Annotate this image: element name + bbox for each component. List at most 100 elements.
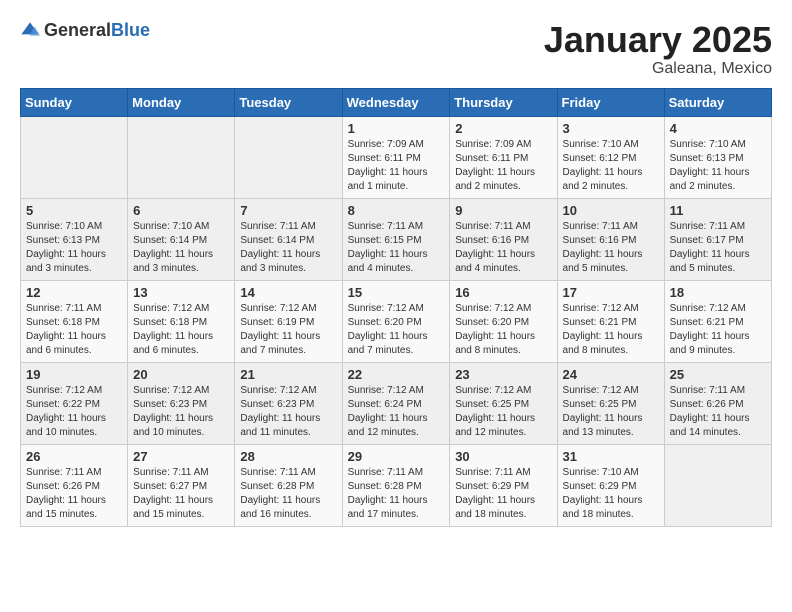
calendar-cell: 14 Sunrise: 7:12 AM Sunset: 6:19 PM Dayli…: [235, 280, 342, 362]
day-number: 8: [348, 203, 445, 218]
day-number: 30: [455, 449, 551, 464]
day-number: 29: [348, 449, 445, 464]
calendar-cell: 28 Sunrise: 7:11 AM Sunset: 6:28 PM Dayli…: [235, 444, 342, 526]
day-number: 14: [240, 285, 336, 300]
day-number: 4: [670, 121, 766, 136]
month-title: January 2025: [544, 20, 772, 60]
day-number: 17: [563, 285, 659, 300]
day-number: 20: [133, 367, 229, 382]
day-info: Sunrise: 7:12 AM Sunset: 6:21 PM Dayligh…: [563, 302, 659, 358]
day-info: Sunrise: 7:10 AM Sunset: 6:13 PM Dayligh…: [26, 220, 122, 276]
weekday-header-sunday: Sunday: [21, 88, 128, 116]
day-info: Sunrise: 7:11 AM Sunset: 6:28 PM Dayligh…: [348, 466, 445, 522]
calendar-cell: 30Sunrise: 7:11 AM Sunset: 6:29 PM Dayli…: [450, 444, 557, 526]
calendar-cell: 3 Sunrise: 7:10 AM Sunset: 6:12 PM Daylig…: [557, 116, 664, 198]
day-number: 3: [563, 121, 659, 136]
day-number: 28: [240, 449, 336, 464]
calendar-cell: 8 Sunrise: 7:11 AM Sunset: 6:15 PM Daylig…: [342, 198, 450, 280]
logo-general: General: [44, 20, 111, 40]
weekday-header-monday: Monday: [128, 88, 235, 116]
calendar-cell: 31 Sunrise: 7:10 AM Sunset: 6:29 PM Dayli…: [557, 444, 664, 526]
calendar-cell: 17 Sunrise: 7:12 AM Sunset: 6:21 PM Dayli…: [557, 280, 664, 362]
day-info: Sunrise: 7:09 AM Sunset: 6:11 PM Dayligh…: [455, 138, 551, 194]
logo: GeneralBlue: [20, 20, 150, 41]
day-info: Sunrise: 7:12 AM Sunset: 6:19 PM Dayligh…: [240, 302, 336, 358]
day-number: 26: [26, 449, 122, 464]
logo-blue: Blue: [111, 20, 150, 40]
logo-icon: [20, 21, 40, 41]
day-number: 22: [348, 367, 445, 382]
day-info: Sunrise: 7:10 AM Sunset: 6:12 PM Dayligh…: [563, 138, 659, 194]
day-info: Sunrise: 7:11 AM Sunset: 6:17 PM Dayligh…: [670, 220, 766, 276]
calendar-cell: 10Sunrise: 7:11 AM Sunset: 6:16 PM Dayli…: [557, 198, 664, 280]
day-number: 15: [348, 285, 445, 300]
calendar-cell: 9Sunrise: 7:11 AM Sunset: 6:16 PM Daylig…: [450, 198, 557, 280]
day-info: Sunrise: 7:11 AM Sunset: 6:26 PM Dayligh…: [670, 384, 766, 440]
day-number: 25: [670, 367, 766, 382]
calendar-cell: 15 Sunrise: 7:12 AM Sunset: 6:20 PM Dayli…: [342, 280, 450, 362]
weekday-header-friday: Friday: [557, 88, 664, 116]
calendar-cell: 13Sunrise: 7:12 AM Sunset: 6:18 PM Dayli…: [128, 280, 235, 362]
day-info: Sunrise: 7:12 AM Sunset: 6:21 PM Dayligh…: [670, 302, 766, 358]
calendar-cell: 6 Sunrise: 7:10 AM Sunset: 6:14 PM Daylig…: [128, 198, 235, 280]
day-info: Sunrise: 7:12 AM Sunset: 6:23 PM Dayligh…: [133, 384, 229, 440]
day-info: Sunrise: 7:12 AM Sunset: 6:22 PM Dayligh…: [26, 384, 122, 440]
day-number: 5: [26, 203, 122, 218]
calendar-cell: 7 Sunrise: 7:11 AM Sunset: 6:14 PM Daylig…: [235, 198, 342, 280]
calendar-cell: 25 Sunrise: 7:11 AM Sunset: 6:26 PM Dayli…: [664, 362, 771, 444]
calendar-cell: 20 Sunrise: 7:12 AM Sunset: 6:23 PM Dayli…: [128, 362, 235, 444]
day-info: Sunrise: 7:10 AM Sunset: 6:13 PM Dayligh…: [670, 138, 766, 194]
day-info: Sunrise: 7:12 AM Sunset: 6:25 PM Dayligh…: [455, 384, 551, 440]
day-info: Sunrise: 7:11 AM Sunset: 6:26 PM Dayligh…: [26, 466, 122, 522]
day-info: Sunrise: 7:12 AM Sunset: 6:20 PM Dayligh…: [455, 302, 551, 358]
calendar-cell: 19Sunrise: 7:12 AM Sunset: 6:22 PM Dayli…: [21, 362, 128, 444]
day-info: Sunrise: 7:10 AM Sunset: 6:29 PM Dayligh…: [563, 466, 659, 522]
calendar-cell: 22 Sunrise: 7:12 AM Sunset: 6:24 PM Dayli…: [342, 362, 450, 444]
day-info: Sunrise: 7:11 AM Sunset: 6:18 PM Dayligh…: [26, 302, 122, 358]
day-info: Sunrise: 7:12 AM Sunset: 6:24 PM Dayligh…: [348, 384, 445, 440]
day-number: 9: [455, 203, 551, 218]
calendar-cell: 1Sunrise: 7:09 AM Sunset: 6:11 PM Daylig…: [342, 116, 450, 198]
calendar-cell: 18Sunrise: 7:12 AM Sunset: 6:21 PM Dayli…: [664, 280, 771, 362]
calendar-cell: 27 Sunrise: 7:11 AM Sunset: 6:27 PM Dayli…: [128, 444, 235, 526]
calendar-cell: 24Sunrise: 7:12 AM Sunset: 6:25 PM Dayli…: [557, 362, 664, 444]
day-number: 27: [133, 449, 229, 464]
calendar-cell: 29 Sunrise: 7:11 AM Sunset: 6:28 PM Dayli…: [342, 444, 450, 526]
calendar-cell: 5 Sunrise: 7:10 AM Sunset: 6:13 PM Daylig…: [21, 198, 128, 280]
day-number: 24: [563, 367, 659, 382]
calendar-table: SundayMondayTuesdayWednesdayThursdayFrid…: [20, 88, 772, 527]
calendar-cell: 12 Sunrise: 7:11 AM Sunset: 6:18 PM Dayli…: [21, 280, 128, 362]
day-info: Sunrise: 7:12 AM Sunset: 6:20 PM Dayligh…: [348, 302, 445, 358]
calendar-cell: 23 Sunrise: 7:12 AM Sunset: 6:25 PM Dayli…: [450, 362, 557, 444]
weekday-header-tuesday: Tuesday: [235, 88, 342, 116]
day-number: 6: [133, 203, 229, 218]
day-number: 7: [240, 203, 336, 218]
title-block: January 2025 Galeana, Mexico: [544, 20, 772, 78]
day-info: Sunrise: 7:10 AM Sunset: 6:14 PM Dayligh…: [133, 220, 229, 276]
day-number: 12: [26, 285, 122, 300]
calendar-cell: 26 Sunrise: 7:11 AM Sunset: 6:26 PM Dayli…: [21, 444, 128, 526]
day-number: 31: [563, 449, 659, 464]
calendar-cell: 16 Sunrise: 7:12 AM Sunset: 6:20 PM Dayli…: [450, 280, 557, 362]
calendar-cell: [128, 116, 235, 198]
page-header: GeneralBlue January 2025 Galeana, Mexico: [20, 20, 772, 78]
day-number: 16: [455, 285, 551, 300]
day-number: 10: [563, 203, 659, 218]
day-number: 11: [670, 203, 766, 218]
calendar-cell: 11 Sunrise: 7:11 AM Sunset: 6:17 PM Dayli…: [664, 198, 771, 280]
calendar-cell: [664, 444, 771, 526]
calendar-cell: [235, 116, 342, 198]
calendar-cell: 2 Sunrise: 7:09 AM Sunset: 6:11 PM Daylig…: [450, 116, 557, 198]
location-title: Galeana, Mexico: [544, 60, 772, 78]
weekday-header-saturday: Saturday: [664, 88, 771, 116]
day-info: Sunrise: 7:09 AM Sunset: 6:11 PM Dayligh…: [348, 138, 445, 194]
day-info: Sunrise: 7:11 AM Sunset: 6:27 PM Dayligh…: [133, 466, 229, 522]
day-info: Sunrise: 7:11 AM Sunset: 6:28 PM Dayligh…: [240, 466, 336, 522]
day-number: 23: [455, 367, 551, 382]
calendar-cell: 21Sunrise: 7:12 AM Sunset: 6:23 PM Dayli…: [235, 362, 342, 444]
calendar-cell: 4 Sunrise: 7:10 AM Sunset: 6:13 PM Daylig…: [664, 116, 771, 198]
day-number: 2: [455, 121, 551, 136]
day-info: Sunrise: 7:11 AM Sunset: 6:14 PM Dayligh…: [240, 220, 336, 276]
day-info: Sunrise: 7:12 AM Sunset: 6:18 PM Dayligh…: [133, 302, 229, 358]
day-info: Sunrise: 7:11 AM Sunset: 6:15 PM Dayligh…: [348, 220, 445, 276]
